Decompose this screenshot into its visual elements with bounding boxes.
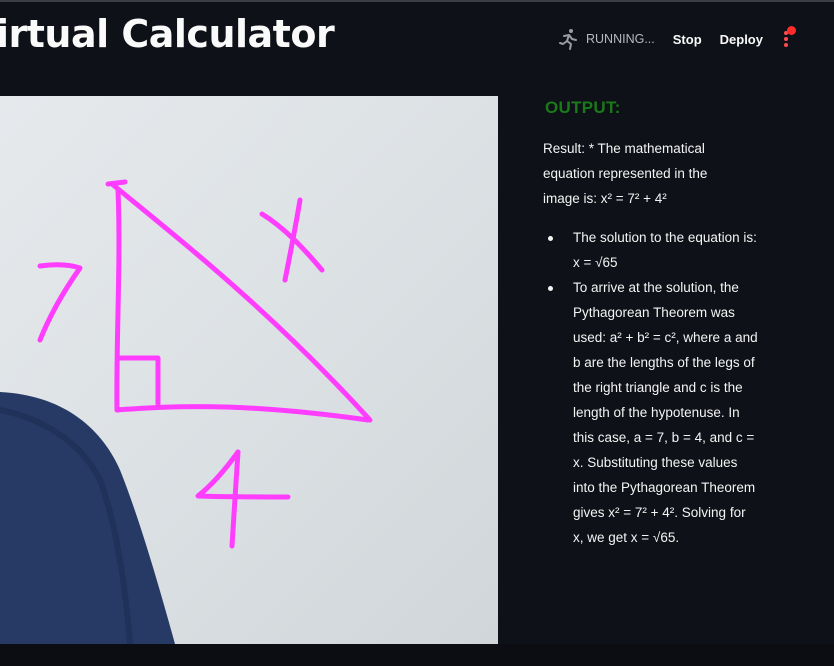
stop-button[interactable]: Stop (673, 32, 702, 47)
running-status: RUNNING... (586, 32, 655, 46)
page-title: irtual Calculator (0, 12, 335, 56)
status-badge (786, 26, 796, 35)
right-angle-marker (115, 355, 161, 407)
triangle-base (114, 404, 371, 423)
app-toolbar: RUNNING... Stop Deploy (556, 24, 796, 54)
bottom-bar (0, 644, 834, 666)
webcam-feed (0, 96, 498, 644)
label-seven (37, 262, 83, 343)
label-four (195, 449, 291, 500)
main-menu-icon[interactable] (781, 26, 796, 50)
person-silhouette (0, 392, 175, 644)
result-text: Result: * The mathematical equation repr… (543, 136, 758, 550)
result-bullet-explanation: To arrive at the solution, the Pythagore… (548, 275, 758, 550)
result-list: The solution to the equation is: x = √65… (543, 225, 758, 550)
result-bullet-solution: The solution to the equation is: x = √65 (548, 225, 758, 275)
running-person-icon (559, 29, 577, 50)
triangle-hypotenuse (109, 181, 373, 423)
deploy-button[interactable]: Deploy (720, 32, 763, 47)
triangle-left-leg (114, 187, 122, 413)
output-heading: OUTPUT: (545, 98, 621, 117)
webcam-drawing (0, 179, 373, 644)
top-decoration-line (0, 0, 834, 2)
result-intro: Result: * The mathematical equation repr… (543, 141, 708, 206)
